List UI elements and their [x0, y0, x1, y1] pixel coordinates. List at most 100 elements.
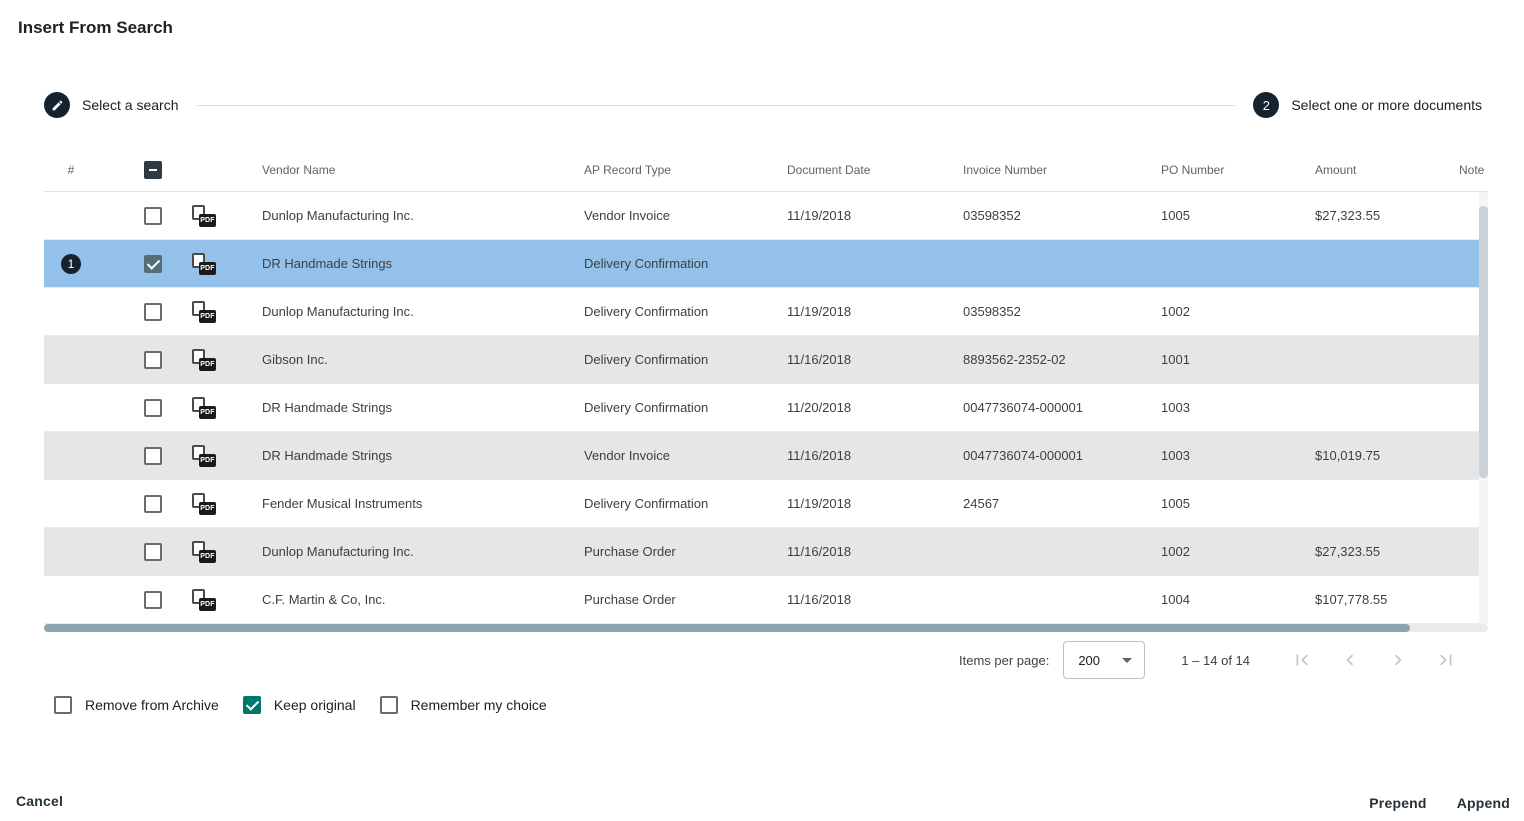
previous-page-button[interactable]: [1338, 648, 1362, 672]
pdf-label: PDF: [199, 358, 216, 371]
pdf-document-icon[interactable]: PDF: [192, 397, 216, 419]
header-amount[interactable]: Amount: [1315, 148, 1459, 191]
remember-my-choice-checkbox[interactable]: [380, 696, 398, 714]
pdf-document-icon[interactable]: PDF: [192, 349, 216, 371]
invoice-number-cell: [963, 528, 1161, 575]
last-page-button[interactable]: [1434, 648, 1458, 672]
po-number-cell: 1003: [1161, 432, 1315, 479]
pdf-document-icon[interactable]: PDF: [192, 205, 216, 227]
option-remove-from-archive[interactable]: Remove from Archive: [54, 696, 219, 714]
row-checkbox-cell: [98, 432, 162, 479]
row-checkbox[interactable]: [144, 207, 162, 225]
table-row[interactable]: PDF DR Handmade Strings Delivery Confirm…: [44, 384, 1488, 432]
table-row[interactable]: PDF DR Handmade Strings Vendor Invoice 1…: [44, 432, 1488, 480]
pdf-document-icon[interactable]: PDF: [192, 253, 216, 275]
table-row[interactable]: PDF Dunlop Manufacturing Inc. Purchase O…: [44, 528, 1488, 576]
amount-cell: $107,778.55: [1315, 576, 1459, 623]
option-keep-original[interactable]: Keep original: [243, 696, 356, 714]
option-remember-my-choice[interactable]: Remember my choice: [380, 696, 547, 714]
row-checkbox[interactable]: [144, 303, 162, 321]
pdf-label: PDF: [199, 406, 216, 419]
row-checkbox[interactable]: [144, 351, 162, 369]
header-vendor-name[interactable]: Vendor Name: [224, 148, 584, 191]
pdf-label: PDF: [199, 502, 216, 515]
table-row[interactable]: PDF Dunlop Manufacturing Inc. Delivery C…: [44, 288, 1488, 336]
pdf-document-icon[interactable]: PDF: [192, 589, 216, 611]
table-row[interactable]: PDF Dunlop Manufacturing Inc. Vendor Inv…: [44, 192, 1488, 240]
po-number-cell: 1002: [1161, 528, 1315, 575]
cancel-button[interactable]: Cancel: [16, 793, 63, 809]
chevron-right-icon: [1387, 649, 1409, 671]
keep-original-checkbox[interactable]: [243, 696, 261, 714]
remove-from-archive-checkbox[interactable]: [54, 696, 72, 714]
items-per-page-select[interactable]: 200: [1063, 641, 1145, 679]
row-pdf-cell: PDF: [162, 432, 224, 479]
horizontal-scrollbar-thumb[interactable]: [44, 624, 1410, 632]
pdf-document-icon[interactable]: PDF: [192, 541, 216, 563]
vendor-name-cell: Dunlop Manufacturing Inc.: [224, 192, 584, 239]
header-pdf-cell: [162, 148, 224, 191]
row-checkbox[interactable]: [144, 495, 162, 513]
header-ap-record-type[interactable]: AP Record Type: [584, 148, 787, 191]
row-pdf-cell: PDF: [162, 384, 224, 431]
table-row[interactable]: PDF Gibson Inc. Delivery Confirmation 11…: [44, 336, 1488, 384]
insert-from-search-dialog: Insert From Search Select a search 2 Sel…: [0, 0, 1524, 821]
header-document-date[interactable]: Document Date: [787, 148, 963, 191]
invoice-number-cell: 0047736074-000001: [963, 384, 1161, 431]
step1-edit-icon[interactable]: [44, 92, 70, 118]
page-range-label: 1 – 14 of 14: [1181, 653, 1250, 668]
header-po-number[interactable]: PO Number: [1161, 148, 1315, 191]
row-pdf-cell: PDF: [162, 528, 224, 575]
option-label: Remember my choice: [411, 697, 547, 713]
amount-cell: $27,323.55: [1315, 192, 1459, 239]
invoice-number-cell: 0047736074-000001: [963, 432, 1161, 479]
ap-record-type-cell: Delivery Confirmation: [584, 336, 787, 383]
row-checkbox-cell: [98, 576, 162, 623]
option-label: Keep original: [274, 697, 356, 713]
options-row: Remove from Archive Keep original Rememb…: [54, 696, 547, 714]
step2-number: 2: [1263, 98, 1270, 113]
append-button[interactable]: Append: [1457, 795, 1510, 811]
last-page-icon: [1435, 649, 1457, 671]
ap-record-type-cell: Purchase Order: [584, 528, 787, 575]
table-row[interactable]: PDF Fender Musical Instruments Delivery …: [44, 480, 1488, 528]
horizontal-scrollbar[interactable]: [44, 624, 1488, 632]
table-row[interactable]: 1 PDF DR Handmade Strings Delivery Confi…: [44, 240, 1488, 288]
po-number-cell: 1002: [1161, 288, 1315, 335]
po-number-cell: 1001: [1161, 336, 1315, 383]
amount-cell: [1315, 240, 1459, 287]
pdf-label: PDF: [199, 214, 216, 227]
pdf-document-icon[interactable]: PDF: [192, 493, 216, 515]
chevron-left-icon: [1339, 649, 1361, 671]
row-checkbox[interactable]: [144, 591, 162, 609]
caret-down-icon: [1122, 658, 1132, 663]
vertical-scrollbar[interactable]: [1479, 192, 1488, 624]
table-row[interactable]: PDF C.F. Martin & Co, Inc. Purchase Orde…: [44, 576, 1488, 624]
vertical-scrollbar-thumb[interactable]: [1479, 206, 1488, 478]
step2-label: Select one or more documents: [1291, 97, 1482, 113]
row-number-cell: [44, 288, 98, 335]
header-note[interactable]: Note: [1459, 148, 1488, 191]
row-checkbox-cell: [98, 240, 162, 287]
step2-number-badge: 2: [1253, 92, 1279, 118]
first-page-button[interactable]: [1290, 648, 1314, 672]
pagination-nav: [1290, 648, 1458, 672]
ap-record-type-cell: Delivery Confirmation: [584, 384, 787, 431]
pdf-label: PDF: [199, 310, 216, 323]
documents-table: # Vendor Name AP Record Type Document Da…: [44, 148, 1488, 632]
document-date-cell: 11/20/2018: [787, 384, 963, 431]
row-pdf-cell: PDF: [162, 288, 224, 335]
header-invoice-number[interactable]: Invoice Number: [963, 148, 1161, 191]
select-all-checkbox[interactable]: [144, 161, 162, 179]
prepend-button[interactable]: Prepend: [1369, 795, 1426, 811]
row-checkbox[interactable]: [144, 399, 162, 417]
ap-record-type-cell: Delivery Confirmation: [584, 288, 787, 335]
row-checkbox[interactable]: [144, 543, 162, 561]
po-number-cell: 1005: [1161, 192, 1315, 239]
table-body: PDF Dunlop Manufacturing Inc. Vendor Inv…: [44, 192, 1488, 624]
next-page-button[interactable]: [1386, 648, 1410, 672]
row-checkbox[interactable]: [144, 255, 162, 273]
row-checkbox[interactable]: [144, 447, 162, 465]
pdf-document-icon[interactable]: PDF: [192, 445, 216, 467]
pdf-document-icon[interactable]: PDF: [192, 301, 216, 323]
